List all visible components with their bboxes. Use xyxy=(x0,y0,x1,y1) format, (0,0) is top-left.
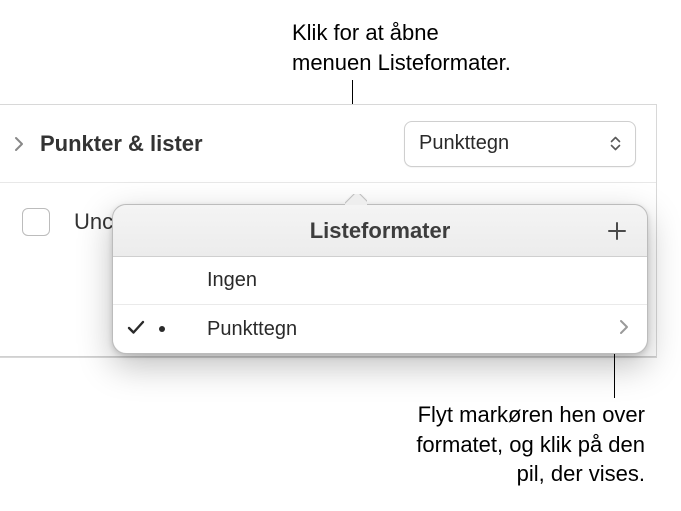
list-style-dropdown[interactable]: Punkttegn xyxy=(404,121,636,167)
list-item-label: Punkttegn xyxy=(207,318,619,341)
bullets-lists-row: Punkter & lister Punkttegn xyxy=(0,105,656,183)
plus-icon xyxy=(606,220,628,242)
popover-header: Listeformater xyxy=(113,205,647,257)
add-style-button[interactable] xyxy=(601,215,633,247)
checkmark-icon xyxy=(127,318,145,341)
bullets-lists-label: Punkter & lister xyxy=(40,131,404,157)
callout-top-line1: Klik for at åbne xyxy=(292,18,511,48)
checkbox[interactable] xyxy=(22,208,50,236)
list-item-lead xyxy=(127,318,207,341)
chevron-up-down-icon xyxy=(610,136,621,151)
list-styles-popover: Listeformater Ingen Punkttegn xyxy=(112,204,648,354)
disclosure-chevron-icon[interactable] xyxy=(8,133,30,155)
callout-bottom-line1: Flyt markøren hen over xyxy=(325,400,645,430)
callout-leader-bottom xyxy=(614,348,615,398)
popover-list: Ingen Punkttegn xyxy=(113,257,647,353)
callout-top: Klik for at åbne menuen Listeformater. xyxy=(292,18,511,77)
list-style-dropdown-value: Punkttegn xyxy=(419,132,610,155)
callout-bottom-line3: pil, der vises. xyxy=(325,459,645,489)
callout-bottom: Flyt markøren hen over formatet, og klik… xyxy=(325,400,645,489)
list-item-bullet[interactable]: Punkttegn xyxy=(113,305,647,353)
chevron-right-icon[interactable] xyxy=(619,318,629,341)
popover-title: Listeformater xyxy=(310,218,451,244)
callout-top-line2: menuen Listeformater. xyxy=(292,48,511,78)
divider xyxy=(0,356,656,357)
list-item-label: Ingen xyxy=(207,269,629,292)
bullet-icon xyxy=(159,326,165,332)
list-item-none[interactable]: Ingen xyxy=(113,257,647,305)
callout-bottom-line2: formatet, og klik på den xyxy=(325,430,645,460)
